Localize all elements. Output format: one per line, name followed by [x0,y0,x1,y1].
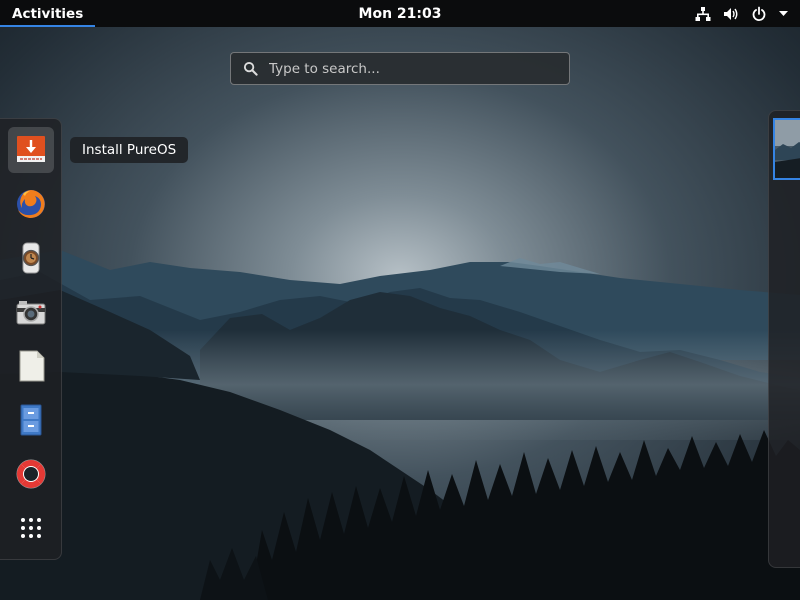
dash-tooltip-label: Install PureOS [82,142,177,158]
top-bar: Activities Mon 21:03 [0,0,800,27]
install-pureos-icon [17,136,45,162]
dash-item-firefox[interactable] [8,181,54,227]
activities-button[interactable]: Activities [0,0,96,27]
dash [0,118,62,560]
volume-icon [722,5,740,23]
camera-icon [16,301,46,325]
search-box[interactable] [230,52,570,85]
dash-item-libreoffice[interactable] [8,343,54,389]
search-input[interactable] [269,54,569,83]
dash-item-clocks[interactable] [8,235,54,281]
show-applications-icon [21,518,41,538]
dash-item-files[interactable] [8,397,54,443]
dash-item-cheese[interactable] [8,289,54,335]
workspace-switcher [768,110,800,568]
file-cabinet-icon [20,404,42,436]
document-icon [19,350,45,382]
workspace-thumbnail[interactable] [773,118,800,180]
power-icon [750,5,768,23]
system-tray[interactable] [694,0,788,27]
firefox-icon [17,190,45,218]
activities-label: Activities [12,5,84,22]
clock-area: Mon 21:03 [0,0,800,27]
show-applications-button[interactable] [8,505,54,551]
network-wired-icon [694,5,712,23]
search-icon [243,61,259,77]
watch-icon [22,242,40,274]
clock-button[interactable]: Mon 21:03 [359,6,442,22]
desktop-wallpaper [0,0,800,600]
menu-caret-icon [778,5,788,23]
dash-item-help[interactable] [8,451,54,497]
dash-item-install-pureos[interactable] [8,127,54,173]
dash-tooltip: Install PureOS [70,137,189,163]
help-lifebuoy-icon [16,459,46,489]
